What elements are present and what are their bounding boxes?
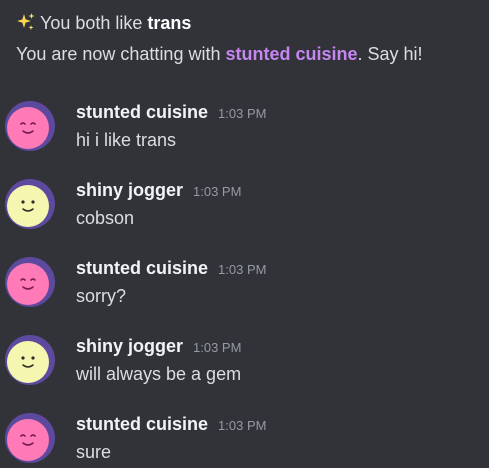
sparkles-icon xyxy=(16,12,36,32)
message-text: cobson xyxy=(76,208,135,228)
chat-intro: You both like trans You are now chatting… xyxy=(16,12,489,65)
yellow-face-icon xyxy=(5,179,55,229)
message-list: stunted cuisine 1:03 PM hi i like trans … xyxy=(0,100,489,468)
pink-face-icon xyxy=(5,257,55,307)
pink-face-icon xyxy=(5,101,55,151)
message-header: stunted cuisine 1:03 PM xyxy=(76,102,266,123)
chat-partner-prefix: You are now chatting with xyxy=(16,44,221,64)
message-author[interactable]: stunted cuisine xyxy=(76,414,208,435)
message-text: will always be a gem xyxy=(76,364,242,384)
message-timestamp: 1:03 PM xyxy=(218,262,267,277)
common-interest-line: You both like trans xyxy=(16,12,489,34)
yellow-face-icon xyxy=(5,335,55,385)
message-timestamp: 1:03 PM xyxy=(193,184,242,199)
chat-partner-name[interactable]: stunted cuisine xyxy=(225,44,357,64)
message-item: stunted cuisine 1:03 PM sorry? xyxy=(0,256,489,334)
avatar[interactable] xyxy=(4,334,56,386)
message-timestamp: 1:03 PM xyxy=(193,340,242,355)
message-author[interactable]: stunted cuisine xyxy=(76,258,208,279)
message-author[interactable]: shiny jogger xyxy=(76,336,183,357)
message-timestamp: 1:03 PM xyxy=(218,418,267,433)
message-item: stunted cuisine 1:03 PM sure xyxy=(0,412,489,468)
avatar[interactable] xyxy=(4,100,56,152)
message-item: stunted cuisine 1:03 PM hi i like trans xyxy=(0,100,489,178)
message-timestamp: 1:03 PM xyxy=(218,106,267,121)
message-item: shiny jogger 1:03 PM will always be a ge… xyxy=(0,334,489,412)
common-interest-topic: trans xyxy=(147,13,192,33)
message-text: sorry? xyxy=(76,286,127,306)
avatar[interactable] xyxy=(4,256,56,308)
message-author[interactable]: shiny jogger xyxy=(76,180,183,201)
avatar[interactable] xyxy=(4,178,56,230)
message-header: stunted cuisine 1:03 PM xyxy=(76,414,266,435)
pink-face-icon xyxy=(5,413,55,463)
chat-partner-suffix: . Say hi! xyxy=(357,44,423,64)
message-text: sure xyxy=(76,442,112,462)
message-header: stunted cuisine 1:03 PM xyxy=(76,258,266,279)
chat-partner-line: You are now chatting with stunted cuisin… xyxy=(16,43,489,65)
common-interest-prefix: You both like xyxy=(40,13,143,33)
avatar[interactable] xyxy=(4,412,56,464)
message-header: shiny jogger 1:03 PM xyxy=(76,336,241,357)
message-item: shiny jogger 1:03 PM cobson xyxy=(0,178,489,256)
message-text: hi i like trans xyxy=(76,130,177,150)
message-header: shiny jogger 1:03 PM xyxy=(76,180,241,201)
message-author[interactable]: stunted cuisine xyxy=(76,102,208,123)
